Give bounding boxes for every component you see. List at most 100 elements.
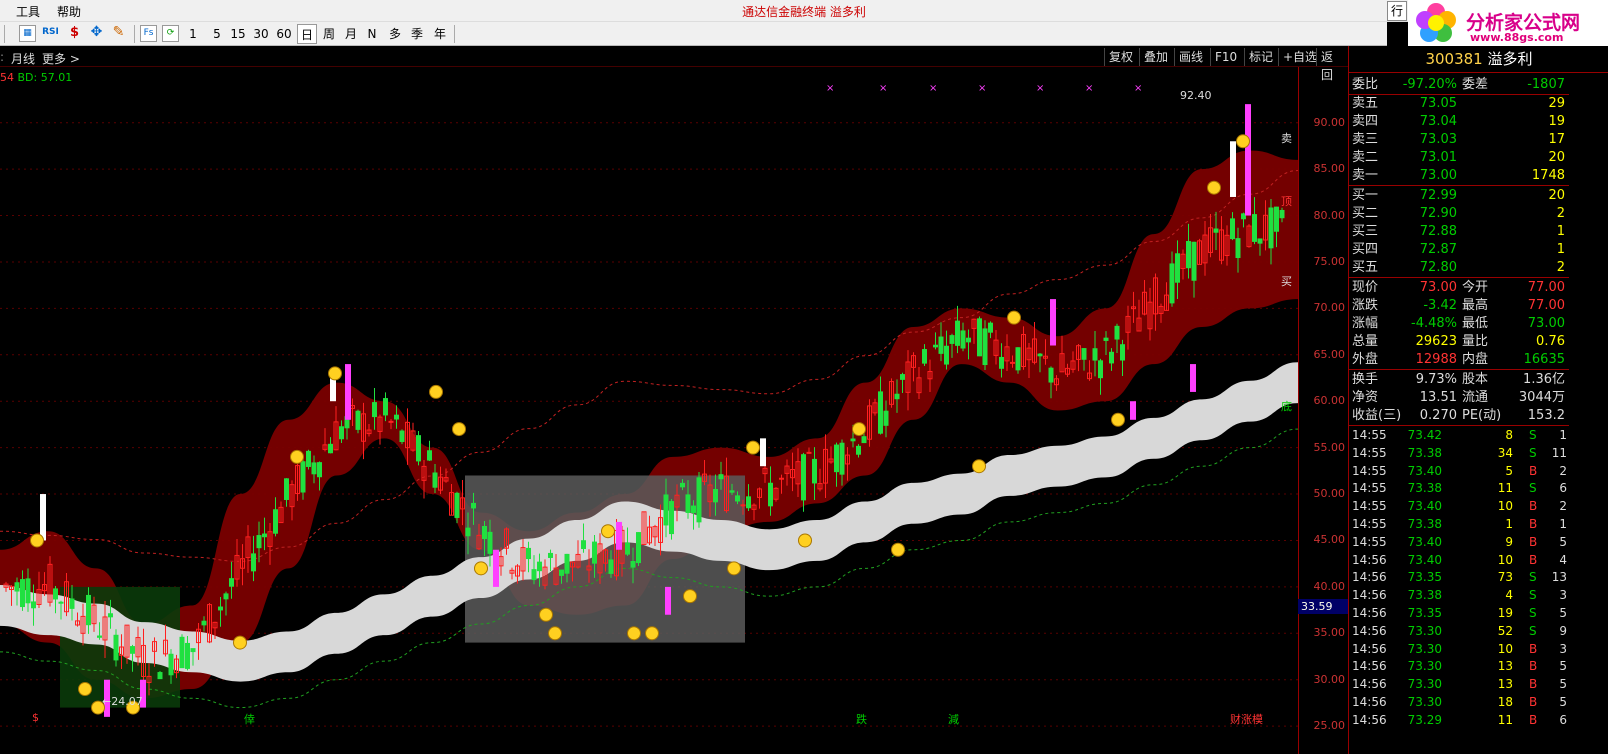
chart-tool-icon[interactable]: ▦ — [19, 25, 36, 42]
candle-body — [1191, 241, 1197, 281]
period-15[interactable]: 15 — [229, 24, 247, 44]
period-30[interactable]: 30 — [252, 24, 270, 44]
period-month[interactable]: 月 — [342, 24, 360, 44]
toolbar-separator — [4, 25, 5, 43]
candle-body — [735, 495, 740, 502]
trade-count: 9 — [1559, 623, 1567, 638]
candle-body — [691, 505, 696, 513]
period-week[interactable]: 周 — [320, 24, 338, 44]
add-watchlist-button[interactable]: +自选 — [1278, 48, 1321, 66]
price-tick-label: 35.00 — [1313, 626, 1346, 640]
bid-row: 买五 72.80 2 — [1349, 259, 1569, 277]
adjust-button[interactable]: 复权 — [1104, 48, 1137, 66]
candle-body — [190, 648, 196, 653]
smiley-icon — [1236, 134, 1250, 149]
stat-row: 涨跌 -3.42 最高 77.00 — [1349, 297, 1569, 315]
candle-body — [251, 553, 256, 572]
candle-body — [482, 525, 487, 540]
candle-body — [856, 445, 861, 455]
dollar-icon[interactable]: $ — [66, 25, 83, 42]
period-day[interactable]: 日 — [297, 24, 317, 44]
smiley-icon — [852, 422, 866, 437]
candle-body — [1010, 361, 1015, 364]
back-button[interactable]: 返回 — [1316, 48, 1348, 82]
draw-line-button[interactable]: 画线 — [1174, 48, 1207, 66]
candle-body — [960, 330, 966, 349]
candle-body — [223, 593, 229, 600]
candle-body — [339, 426, 344, 440]
flower-logo-icon — [1416, 3, 1456, 42]
candle-body — [20, 579, 25, 608]
trade-row: 14:56 73.30 10 B 3 — [1349, 641, 1569, 659]
candle-body — [157, 672, 163, 680]
overlay-button[interactable]: 叠加 — [1139, 48, 1172, 66]
refresh-icon[interactable]: ⟳ — [162, 25, 179, 42]
trade-row: 14:55 73.42 8 S 1 — [1349, 427, 1569, 445]
trade-row: 14:56 73.29 11 B 6 — [1349, 712, 1569, 730]
candle-body — [1186, 241, 1191, 269]
smiley-icon — [78, 682, 92, 697]
candle-body — [388, 420, 394, 423]
indicator-value: BD: 57.01 — [17, 71, 73, 84]
monthly-line-link[interactable]: 月线 — [11, 50, 35, 67]
candle-body — [977, 318, 982, 357]
candle-body — [1092, 348, 1098, 361]
stat-value: 77.00 — [1527, 280, 1565, 295]
price-tick-label: 45.00 — [1313, 533, 1346, 547]
menu-bar: 工具 帮助 通达信金融终端 溢多利 — [0, 0, 1608, 22]
kline-chart[interactable]: × × × × × × × — [0, 67, 1298, 754]
smiley-icon — [429, 384, 443, 399]
stock-code: 300381 — [1425, 50, 1483, 68]
f10-button[interactable]: F10 — [1210, 48, 1241, 66]
stock-name: 溢多利 — [1487, 50, 1533, 68]
rsi-icon[interactable]: RSI — [42, 25, 59, 42]
candle-body — [850, 438, 856, 442]
candle-body — [1169, 263, 1175, 304]
candle-body — [630, 561, 636, 568]
fs-icon[interactable]: Fs — [140, 25, 157, 42]
candle-body — [537, 561, 542, 572]
candle-body — [559, 569, 564, 576]
candle-body — [465, 527, 471, 537]
candle-body — [256, 535, 262, 549]
chart-header-marker: : — [0, 50, 5, 64]
period-n[interactable]: N — [364, 24, 380, 44]
period-multi[interactable]: 多 — [386, 24, 404, 44]
candle-body — [768, 482, 773, 507]
candle-body — [86, 594, 91, 626]
more-link[interactable]: 更多 > — [42, 50, 80, 67]
candle-body — [718, 474, 724, 480]
period-60[interactable]: 60 — [275, 24, 293, 44]
signal-bar — [665, 586, 671, 615]
fund-value: 1.36亿 — [1523, 372, 1565, 387]
period-5[interactable]: 5 — [210, 24, 224, 44]
candle-body — [284, 478, 289, 500]
candle-body — [696, 477, 702, 523]
stat-row: 涨幅 -4.48% 最低 73.00 — [1349, 315, 1569, 333]
smiley-icon — [746, 440, 760, 455]
candle-body — [740, 504, 746, 507]
move-icon[interactable]: ✥ — [88, 25, 105, 42]
bottom-mark: 财涨模 — [1230, 713, 1263, 726]
diff-value: -1807 — [1527, 77, 1565, 92]
bid-row: 买二 72.90 2 — [1349, 205, 1569, 223]
chart-header: : 月线 更多 > 复权 叠加 画线 F10 标记 +自选 返回 — [0, 47, 1348, 82]
trade-count: 1 — [1559, 517, 1567, 531]
period-year[interactable]: 年 — [431, 24, 449, 44]
period-1[interactable]: 1 — [186, 24, 200, 44]
candle-body — [355, 410, 361, 430]
period-season[interactable]: 季 — [408, 24, 426, 44]
candle-body — [1230, 218, 1235, 240]
quote-side-tab[interactable]: 行 — [1387, 1, 1407, 21]
ask-volume: 1748 — [1531, 168, 1565, 183]
mark-button[interactable]: 标记 — [1244, 48, 1277, 66]
stat-row: 外盘 12988 内盘 16635 — [1349, 351, 1569, 369]
bottom-mark: 減 — [948, 713, 959, 726]
pencil-icon[interactable]: ✎ — [110, 25, 127, 42]
stat-value: 0.76 — [1536, 334, 1565, 349]
ask-volume: 29 — [1548, 96, 1565, 111]
trade-row: 14:55 73.40 9 B 5 — [1349, 534, 1569, 552]
smiley-icon — [233, 635, 247, 650]
price-tick-label: 25.00 — [1313, 719, 1346, 733]
smiley-icon — [727, 561, 741, 576]
